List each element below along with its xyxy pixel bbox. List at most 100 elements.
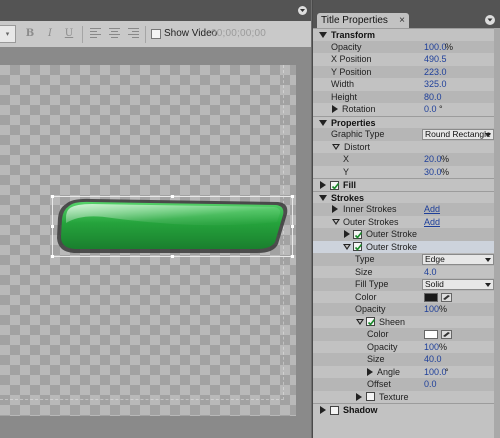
fill-checkbox[interactable]	[330, 180, 340, 190]
sheen-color-swatch[interactable]	[424, 330, 438, 339]
fill-section[interactable]: Fill	[313, 178, 500, 191]
expand-triangle-icon[interactable]	[332, 205, 338, 213]
opacity-row: Opacity 100.0 %	[313, 40, 500, 54]
bold-button[interactable]: B	[24, 26, 36, 42]
unit-label: %	[439, 304, 448, 314]
italic-button[interactable]: I	[44, 26, 56, 42]
stroke-type-dropdown[interactable]: Edge	[422, 254, 494, 265]
left-tab-strip	[0, 0, 311, 21]
expand-triangle-icon[interactable]	[356, 392, 362, 401]
y-position-row: Y Position 223.0	[313, 65, 500, 79]
unit-label: %	[439, 341, 448, 352]
graphic-type-dropdown[interactable]: Round Rectangle	[422, 129, 494, 140]
width-value[interactable]: 325.0	[424, 78, 447, 91]
align-center-icon[interactable]	[109, 28, 120, 39]
property-label: Opacity	[355, 304, 386, 314]
panel-menu-icon[interactable]	[485, 15, 495, 25]
stroke-type-row: Type Edge	[313, 253, 500, 266]
resize-handle[interactable]	[291, 255, 294, 258]
shadow-checkbox[interactable]	[330, 405, 339, 415]
resize-handle[interactable]	[51, 195, 54, 198]
sheen-opacity-row: Opacity 100 %	[313, 341, 500, 354]
vertical-scrollbar[interactable]	[494, 28, 500, 438]
align-right-icon[interactable]	[128, 28, 139, 39]
rotation-value[interactable]: 0.0	[424, 103, 437, 116]
opacity-value[interactable]: 100.0	[424, 41, 447, 54]
unit-label: %	[441, 154, 450, 164]
eyedropper-icon[interactable]	[441, 292, 452, 302]
toolbar-divider	[145, 26, 146, 43]
sheen-offset-value[interactable]: 0.0	[424, 378, 437, 391]
expand-triangle-icon[interactable]	[319, 194, 327, 201]
stroke-opacity-value[interactable]: 100	[424, 303, 439, 316]
selection-bounding-box[interactable]	[52, 196, 293, 257]
sheen-row: Sheen	[313, 316, 500, 329]
dropdown-value: Edge	[425, 254, 445, 264]
stroke-fill-type-row: Fill Type Solid	[313, 278, 500, 291]
font-size-dropdown[interactable]: ▾	[0, 25, 16, 43]
sheen-size-value[interactable]: 40.0	[424, 353, 442, 366]
expand-triangle-icon[interactable]	[356, 318, 364, 325]
x-position-value[interactable]: 490.5	[424, 53, 447, 66]
add-inner-stroke-link[interactable]: Add	[424, 203, 440, 216]
properties-section[interactable]: Properties	[313, 115, 500, 129]
expand-triangle-icon[interactable]	[320, 406, 326, 414]
align-left-icon[interactable]	[90, 28, 101, 39]
distort-x-value[interactable]: 20.0	[424, 153, 442, 166]
distort-x-row: X 20.0 %	[313, 153, 500, 166]
close-icon[interactable]: ×	[399, 13, 405, 28]
y-position-value[interactable]: 223.0	[424, 66, 447, 79]
tab-title-properties[interactable]: Title Properties ×	[317, 13, 409, 28]
show-video-checkbox[interactable]	[151, 29, 161, 39]
eyedropper-icon[interactable]	[441, 330, 452, 339]
outer-stroke-2-checkbox[interactable]	[353, 242, 363, 251]
resize-handle[interactable]	[171, 195, 174, 198]
expand-triangle-icon[interactable]	[332, 105, 338, 113]
sheen-checkbox[interactable]	[366, 317, 376, 326]
property-label: X	[343, 154, 350, 164]
panel-menu-icon[interactable]	[298, 6, 307, 15]
expand-triangle-icon[interactable]	[332, 218, 340, 225]
tab-label: Title Properties	[321, 15, 388, 26]
resize-handle[interactable]	[171, 255, 174, 258]
underline-button[interactable]: U	[63, 26, 75, 42]
height-value[interactable]: 80.0	[424, 91, 442, 104]
resize-handle[interactable]	[291, 225, 294, 228]
stroke-color-swatch[interactable]	[424, 292, 438, 302]
resize-handle[interactable]	[51, 225, 54, 228]
shadow-section[interactable]: Shadow	[313, 403, 500, 416]
expand-triangle-icon[interactable]	[319, 119, 327, 126]
stroke-size-row: Size 4.0	[313, 266, 500, 279]
expand-triangle-icon[interactable]	[319, 32, 327, 38]
rotation-row: Rotation 0.0 °	[313, 103, 500, 116]
sheen-size-row: Size 40.0	[313, 353, 500, 366]
sheen-opacity-value[interactable]: 100	[424, 341, 439, 354]
property-label: Size	[367, 354, 385, 364]
add-outer-stroke-link[interactable]: Add	[424, 216, 440, 229]
expand-triangle-icon[interactable]	[344, 230, 350, 238]
expand-triangle-icon[interactable]	[332, 143, 340, 150]
title-canvas[interactable]	[0, 65, 296, 416]
distort-y-value[interactable]: 30.0	[424, 166, 442, 179]
outer-stroke-1-checkbox[interactable]	[353, 229, 363, 239]
expand-triangle-icon[interactable]	[367, 367, 373, 376]
inner-strokes-row: Inner Strokes Add	[313, 203, 500, 216]
property-label: Sheen	[379, 316, 406, 327]
sheen-angle-value[interactable]: 100.0	[424, 366, 447, 379]
property-label: Color	[367, 329, 389, 339]
transform-section[interactable]: Transform	[313, 28, 500, 41]
stage-area	[0, 48, 311, 438]
resize-handle[interactable]	[291, 195, 294, 198]
texture-checkbox[interactable]	[366, 392, 375, 401]
strokes-section[interactable]: Strokes	[313, 190, 500, 204]
property-label: Outer Strokes	[343, 216, 399, 227]
stroke-size-value[interactable]: 4.0	[424, 266, 437, 279]
property-label: Outer Stroke	[366, 229, 418, 239]
expand-triangle-icon[interactable]	[320, 181, 326, 189]
timecode-display[interactable]: 00;00;00;00	[211, 28, 266, 39]
fill-type-dropdown[interactable]: Solid	[422, 279, 494, 290]
x-position-row: X Position 490.5	[313, 53, 500, 66]
expand-triangle-icon[interactable]	[343, 243, 351, 250]
resize-handle[interactable]	[51, 255, 54, 258]
property-label: Angle	[377, 366, 401, 377]
